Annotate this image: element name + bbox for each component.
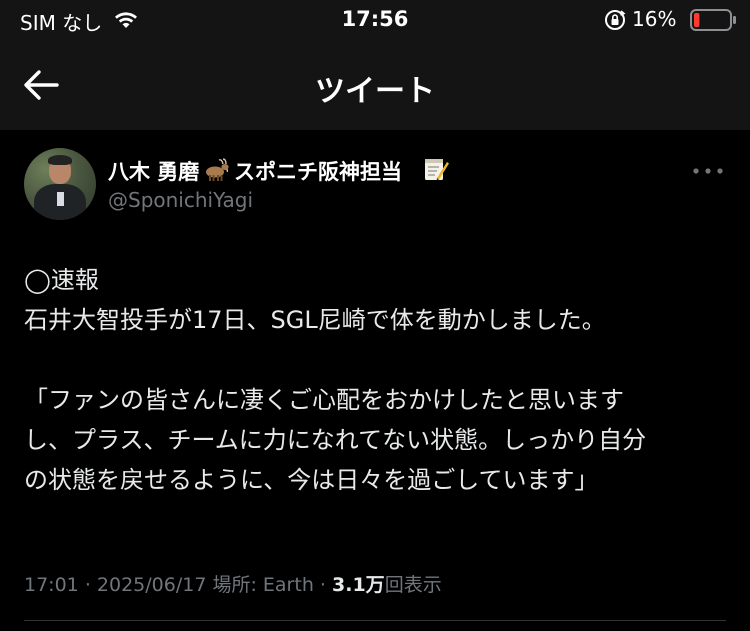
tweet-time[interactable]: 17:01 [24, 574, 79, 596]
avatar-badge [57, 192, 64, 206]
views-count[interactable]: 3.1万 [332, 574, 385, 596]
tweet-text: ◯速報 石井大智投手が17日、SGL尼崎で体を動かしました。 「ファンの皆さんに… [24, 260, 724, 500]
meta-separator: · [319, 574, 326, 596]
tweet-line: の状態を戻せるように、今は日々を過ごしています」 [24, 466, 599, 494]
battery-fill [694, 13, 700, 27]
app-screen: SIM なし 17:56 16% ツイート 八木 勇磨 スポニチ阪神担当 @Sp… [0, 0, 750, 631]
author-handle[interactable]: @SponichiYagi [108, 188, 253, 212]
tweet-line: 「ファンの皆さんに凄くご心配をおかけしたと思います [24, 386, 624, 414]
tweet-line: ◯速報 [24, 266, 99, 294]
author-name[interactable]: 八木 勇磨 [108, 156, 199, 186]
battery-icon [690, 9, 736, 31]
page-title: ツイート [315, 74, 435, 109]
tweet-location: 場所: Earth [212, 574, 314, 596]
tweet-line: し、プラス、チームに力になれてない状態。しっかり自分 [24, 426, 647, 454]
nav-bar: ツイート [0, 44, 750, 130]
memo-icon [425, 159, 449, 181]
avatar-hair [48, 155, 72, 165]
rotation-lock-icon [605, 10, 626, 30]
more-horizontal-icon[interactable] [692, 166, 724, 176]
tweet: 八木 勇磨 スポニチ阪神担当 @SponichiYagi ◯速報 石井大智投手が… [0, 130, 750, 631]
goat-icon [206, 158, 229, 181]
meta-separator: · [84, 574, 91, 596]
avatar[interactable] [24, 148, 96, 220]
tweet-meta: 17:01 · 2025/06/17 場所: Earth · 3.1万回表示 [24, 570, 442, 597]
views-label[interactable]: 回表示 [385, 574, 442, 596]
battery-percent: 16% [632, 7, 677, 31]
tweet-date[interactable]: 2025/06/17 [97, 574, 207, 596]
status-bar: SIM なし 17:56 16% [0, 0, 750, 44]
author-name-affiliation[interactable]: スポニチ阪神担当 [234, 156, 402, 186]
tweet-line: 石井大智投手が17日、SGL尼崎で体を動かしました。 [24, 306, 606, 334]
divider [24, 620, 726, 621]
